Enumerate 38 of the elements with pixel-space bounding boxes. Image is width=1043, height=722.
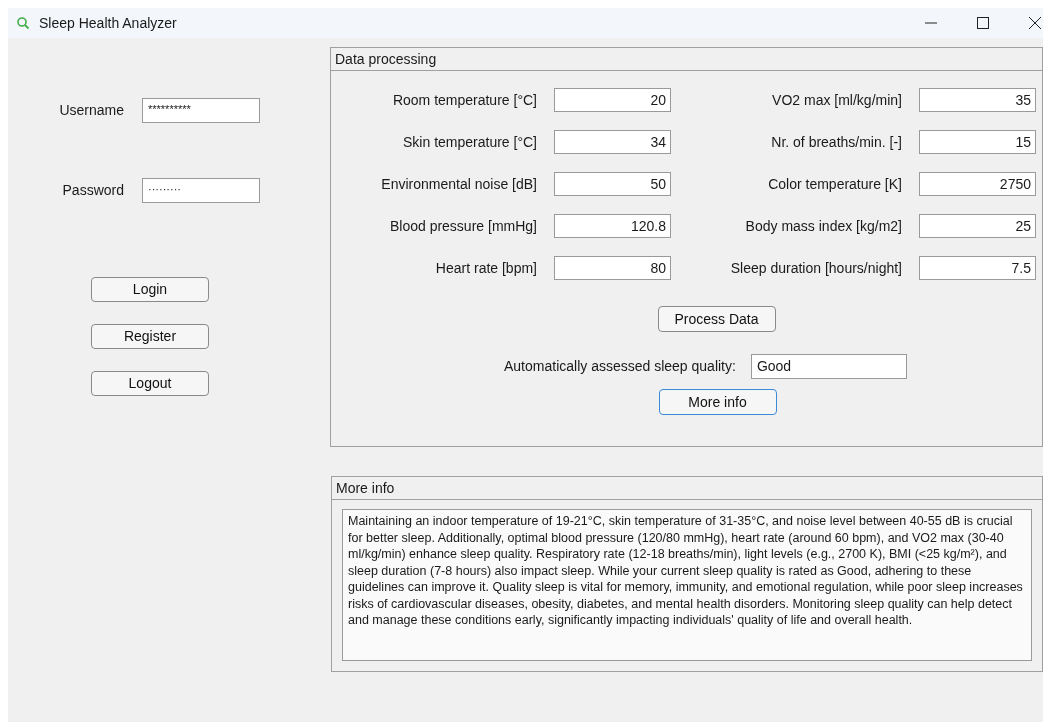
button[interactable]: Logout (91, 371, 209, 396)
field-label: Password (61, 181, 124, 200)
input-field[interactable]: 20 (554, 88, 671, 112)
input-field[interactable]: 7.5 (919, 256, 1036, 280)
field-label: Nr. of breaths/min. [-] (770, 132, 902, 152)
input-field[interactable]: Good (750, 354, 907, 379)
magnifier-icon (16, 16, 30, 30)
close-icon[interactable] (1029, 17, 1041, 29)
input-field[interactable]: ········· (142, 178, 260, 203)
field-label: Heart rate [bpm] (434, 258, 537, 278)
input-field[interactable]: 34 (554, 130, 671, 154)
field-label: Sleep duration [hours/night] (729, 258, 902, 278)
field-label: Environmental noise [dB] (380, 174, 537, 194)
field-label: Room temperature [°C] (391, 90, 537, 110)
button[interactable]: Process Data (657, 306, 776, 332)
button[interactable]: More info (658, 389, 777, 415)
input-field[interactable]: 80 (554, 256, 671, 280)
field-label: Blood pressure [mmHg] (388, 216, 537, 236)
input-field[interactable]: 50 (554, 172, 671, 196)
maximize-icon[interactable] (977, 17, 989, 29)
field-label: Body mass index [kg/m2] (744, 216, 902, 236)
panel-title: More info (332, 477, 1042, 500)
input-field[interactable]: 35 (919, 88, 1036, 112)
field-label: Automatically assessed sleep quality: (504, 357, 736, 376)
input-field[interactable]: 120.8 (554, 214, 671, 238)
field-label: Username (58, 101, 124, 120)
field-label: Color temperature [K] (767, 174, 902, 194)
input-field[interactable]: 15 (919, 130, 1036, 154)
button[interactable]: Login (91, 277, 209, 302)
text-area[interactable]: Maintaining an indoor temperature of 19-21°C, skin temperature of 31-35°C, and noise level between 40-55 dB is crucial for better sleep. Additionally, optimal blood pressure (120/80 mmHg), heart rate (around 60 bpm), and VO2 max (30-40 ml/kg/min) enhance sleep quality. Respiratory rate (12-18 breaths/min), light levels (e.g., 2700 K), BMI (<25 kg/m²), and sleep duration (7-8 hours) also impact sleep. While your current sleep quality is rated as Good, adhering to these guidelines can improve it. Quality sleep is vital for memory, immunity, and emotional regulation, while poor sleep increases risks of cardiovascular diseases, obesity, diabetes, and mental health disorders. Monitoring sleep quality can help detect and manage these conditions early, significantly impacting individuals' quality of life and overall health. (342, 509, 1032, 661)
field-label: VO2 max [ml/kg/min] (771, 90, 902, 110)
button[interactable]: Register (91, 324, 209, 349)
input-field[interactable]: 25 (919, 214, 1036, 238)
input-field[interactable]: 2750 (919, 172, 1036, 196)
window-title: Sleep Health Analyzer (39, 13, 177, 33)
panel-title: Data processing (331, 48, 1042, 71)
field-label: Skin temperature [°C] (402, 132, 537, 152)
input-field[interactable]: ********** (142, 98, 260, 123)
